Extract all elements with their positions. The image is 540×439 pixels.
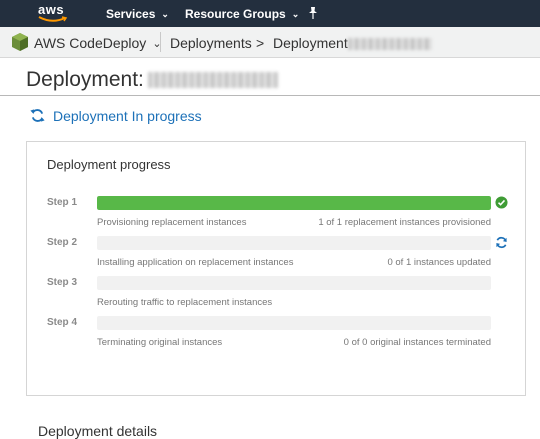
step-progress-bar <box>97 196 491 210</box>
step-label: Step 1 <box>47 197 78 208</box>
divider <box>160 32 161 52</box>
page-title: Deployment: <box>26 68 278 92</box>
step-count: 0 of 1 instances updated <box>387 257 491 268</box>
aws-logo[interactable]: aws <box>38 2 70 24</box>
status-text: Deployment In progress <box>53 108 202 124</box>
aws-smile-icon <box>38 16 68 22</box>
resource-groups-label: Resource Groups <box>185 7 286 21</box>
breadcrumb-deployments[interactable]: Deployments <box>170 35 252 51</box>
step-progress-bar <box>97 316 491 330</box>
step-description: Installing application on replacement in… <box>97 257 294 268</box>
step-progress-bar <box>97 276 491 290</box>
refresh-icon <box>30 109 45 122</box>
step-row: Step 4 Terminating original instances 0 … <box>27 316 527 354</box>
codedeploy-icon <box>12 33 28 51</box>
deployment-details-heading: Deployment details <box>38 423 158 439</box>
breadcrumb-current-label: Deployment <box>273 35 348 51</box>
service-switcher[interactable]: AWS CodeDeploy ⌄ <box>34 35 162 51</box>
step-label: Step 2 <box>47 237 78 248</box>
service-label: AWS CodeDeploy <box>34 35 147 51</box>
breadcrumb-current: Deployment <box>273 35 432 51</box>
redacted-deployment-id <box>147 72 278 89</box>
resource-groups-menu[interactable]: Resource Groups ⌄ <box>185 7 299 21</box>
step-description: Rerouting traffic to replacement instanc… <box>97 297 273 308</box>
step-count: 0 of 0 original instances terminated <box>343 337 491 348</box>
breadcrumb-separator: > <box>256 35 265 51</box>
top-nav: aws Services ⌄ Resource Groups ⌄ <box>0 0 540 27</box>
step-row: Step 2 Installing application on replace… <box>27 236 527 274</box>
aws-logo-text: aws <box>38 2 65 17</box>
divider <box>0 95 540 96</box>
step-progress-bar <box>97 236 491 250</box>
step-label: Step 3 <box>47 277 78 288</box>
step-label: Step 4 <box>47 317 78 328</box>
services-label: Services <box>106 7 156 21</box>
step-row: Step 3 Rerouting traffic to replacement … <box>27 276 527 314</box>
step-count: 1 of 1 replacement instances provisioned <box>318 217 491 228</box>
step-row: Step 1 Provisioning replacement instance… <box>27 196 527 234</box>
chevron-down-icon: ⌄ <box>161 9 169 19</box>
panel-title: Deployment progress <box>47 157 171 172</box>
page-title-text: Deployment: <box>26 68 144 91</box>
breadcrumb: AWS CodeDeploy ⌄ Deployments > Deployment <box>0 27 540 58</box>
pin-icon[interactable] <box>306 6 320 20</box>
sync-icon <box>496 236 507 249</box>
step-description: Provisioning replacement instances <box>97 217 247 228</box>
step-description: Terminating original instances <box>97 337 223 348</box>
deployment-progress-panel: Deployment progress Step 1 Provisioning … <box>26 141 526 396</box>
check-circle-icon <box>495 196 508 209</box>
services-menu[interactable]: Services ⌄ <box>106 7 169 21</box>
redacted-deployment-id <box>347 38 432 51</box>
deployment-status: Deployment In progress <box>30 108 202 124</box>
step-progress-fill <box>97 196 491 210</box>
chevron-down-icon: ⌄ <box>291 9 300 19</box>
